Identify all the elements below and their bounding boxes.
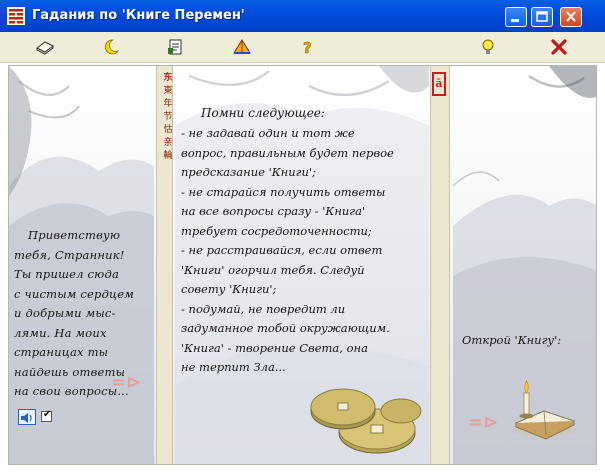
- memo-line: предсказание 'Книги';: [181, 165, 316, 179]
- greeting-line: с чистым сердцем: [14, 286, 135, 301]
- maximize-button[interactable]: [531, 7, 553, 27]
- sound-checkbox[interactable]: ✔: [41, 409, 52, 422]
- memo-line: - не старайся получить ответы: [181, 184, 386, 199]
- notes-tool-button[interactable]: [163, 36, 189, 58]
- open-book-label: Открой 'Книгу':: [462, 333, 562, 347]
- minimize-icon: [511, 19, 519, 22]
- window-title: Гадания по 'Книге Перемен': [32, 8, 245, 23]
- greeting-line: и добрыми мыс-: [14, 306, 116, 320]
- app-icon: [7, 7, 25, 25]
- book-icon: [36, 41, 54, 55]
- greeting-line: страницах ты: [14, 345, 109, 359]
- right-spine: [430, 66, 450, 464]
- close-button[interactable]: [560, 7, 582, 27]
- greeting-line: тебя, Странник!: [14, 247, 125, 262]
- seal-glyph: ā: [435, 77, 443, 90]
- left-page: Приветствую тебя, Странник! Ты пришел сю…: [9, 66, 156, 464]
- memo-line: вопрос, правильным будет первое: [181, 145, 394, 160]
- maximize-icon: [536, 11, 548, 22]
- check-mark: ✔: [43, 409, 52, 420]
- speaker-icon: [21, 413, 32, 423]
- memo-line: - подумай, не повредит ли: [181, 301, 346, 316]
- book-frame: 东 東 年 节 怙 亲 輪 ā Приветствую тебя, Странн…: [8, 65, 597, 465]
- question-icon: ?: [303, 39, 312, 56]
- candle-book-image[interactable]: [508, 371, 580, 441]
- next-page-arrow[interactable]: =⊳: [111, 372, 141, 393]
- memo-line: совету 'Книги';: [181, 282, 277, 296]
- greeting-line: Ты пришел сюда: [14, 267, 120, 281]
- memo-line: задуманное тобой окружающим.: [181, 321, 390, 335]
- memo-line: 'Книга' - творение Света, она: [181, 340, 368, 355]
- lightbulb-icon: [482, 39, 494, 54]
- seal-stamp: ā: [432, 72, 446, 96]
- pyramid-tool-button[interactable]: [229, 36, 255, 58]
- toolbar: ?: [0, 32, 605, 63]
- title-bar[interactable]: Гадания по 'Книге Перемен': [0, 0, 605, 32]
- status-strip: [0, 466, 605, 473]
- minimize-button[interactable]: [505, 7, 527, 27]
- right-page: Открой 'Книгу': =⊳: [450, 66, 596, 464]
- greeting-line: Приветствую: [28, 228, 121, 242]
- help-tool-button[interactable]: ?: [295, 36, 321, 58]
- memo-title: Помни следующее:: [201, 106, 325, 120]
- pyramid-icon: [233, 39, 251, 54]
- svg-text:?: ?: [303, 39, 312, 56]
- document-icon: [168, 39, 182, 55]
- memo-line: - не расстраивайся, если ответ: [181, 243, 383, 257]
- sound-toggle[interactable]: [18, 409, 36, 425]
- close-icon: [566, 11, 576, 22]
- coins-image: [310, 388, 422, 454]
- moon-tool-button[interactable]: [98, 36, 124, 58]
- book-tool-button[interactable]: [32, 36, 58, 58]
- close-x-icon: [551, 39, 567, 55]
- greeting-line: лями. На моих: [14, 325, 107, 340]
- idea-tool-button[interactable]: [475, 36, 501, 58]
- open-book-arrow[interactable]: =⊳: [468, 412, 498, 433]
- middle-page: Помни следующее: - не задавай один и тот…: [173, 66, 430, 464]
- memo-text: - не задавай один и тот же вопрос, прави…: [181, 124, 430, 378]
- memo-line: 'Книги' огорчил тебя. Следуй: [181, 262, 365, 277]
- memo-line: на все вопросы сразу - 'Книга': [181, 204, 366, 218]
- moon-icon: [104, 39, 120, 55]
- memo-line: требует сосредоточенности;: [181, 223, 372, 238]
- memo-line: - не задавай один и тот же: [181, 126, 355, 140]
- exit-tool-button[interactable]: [546, 36, 572, 58]
